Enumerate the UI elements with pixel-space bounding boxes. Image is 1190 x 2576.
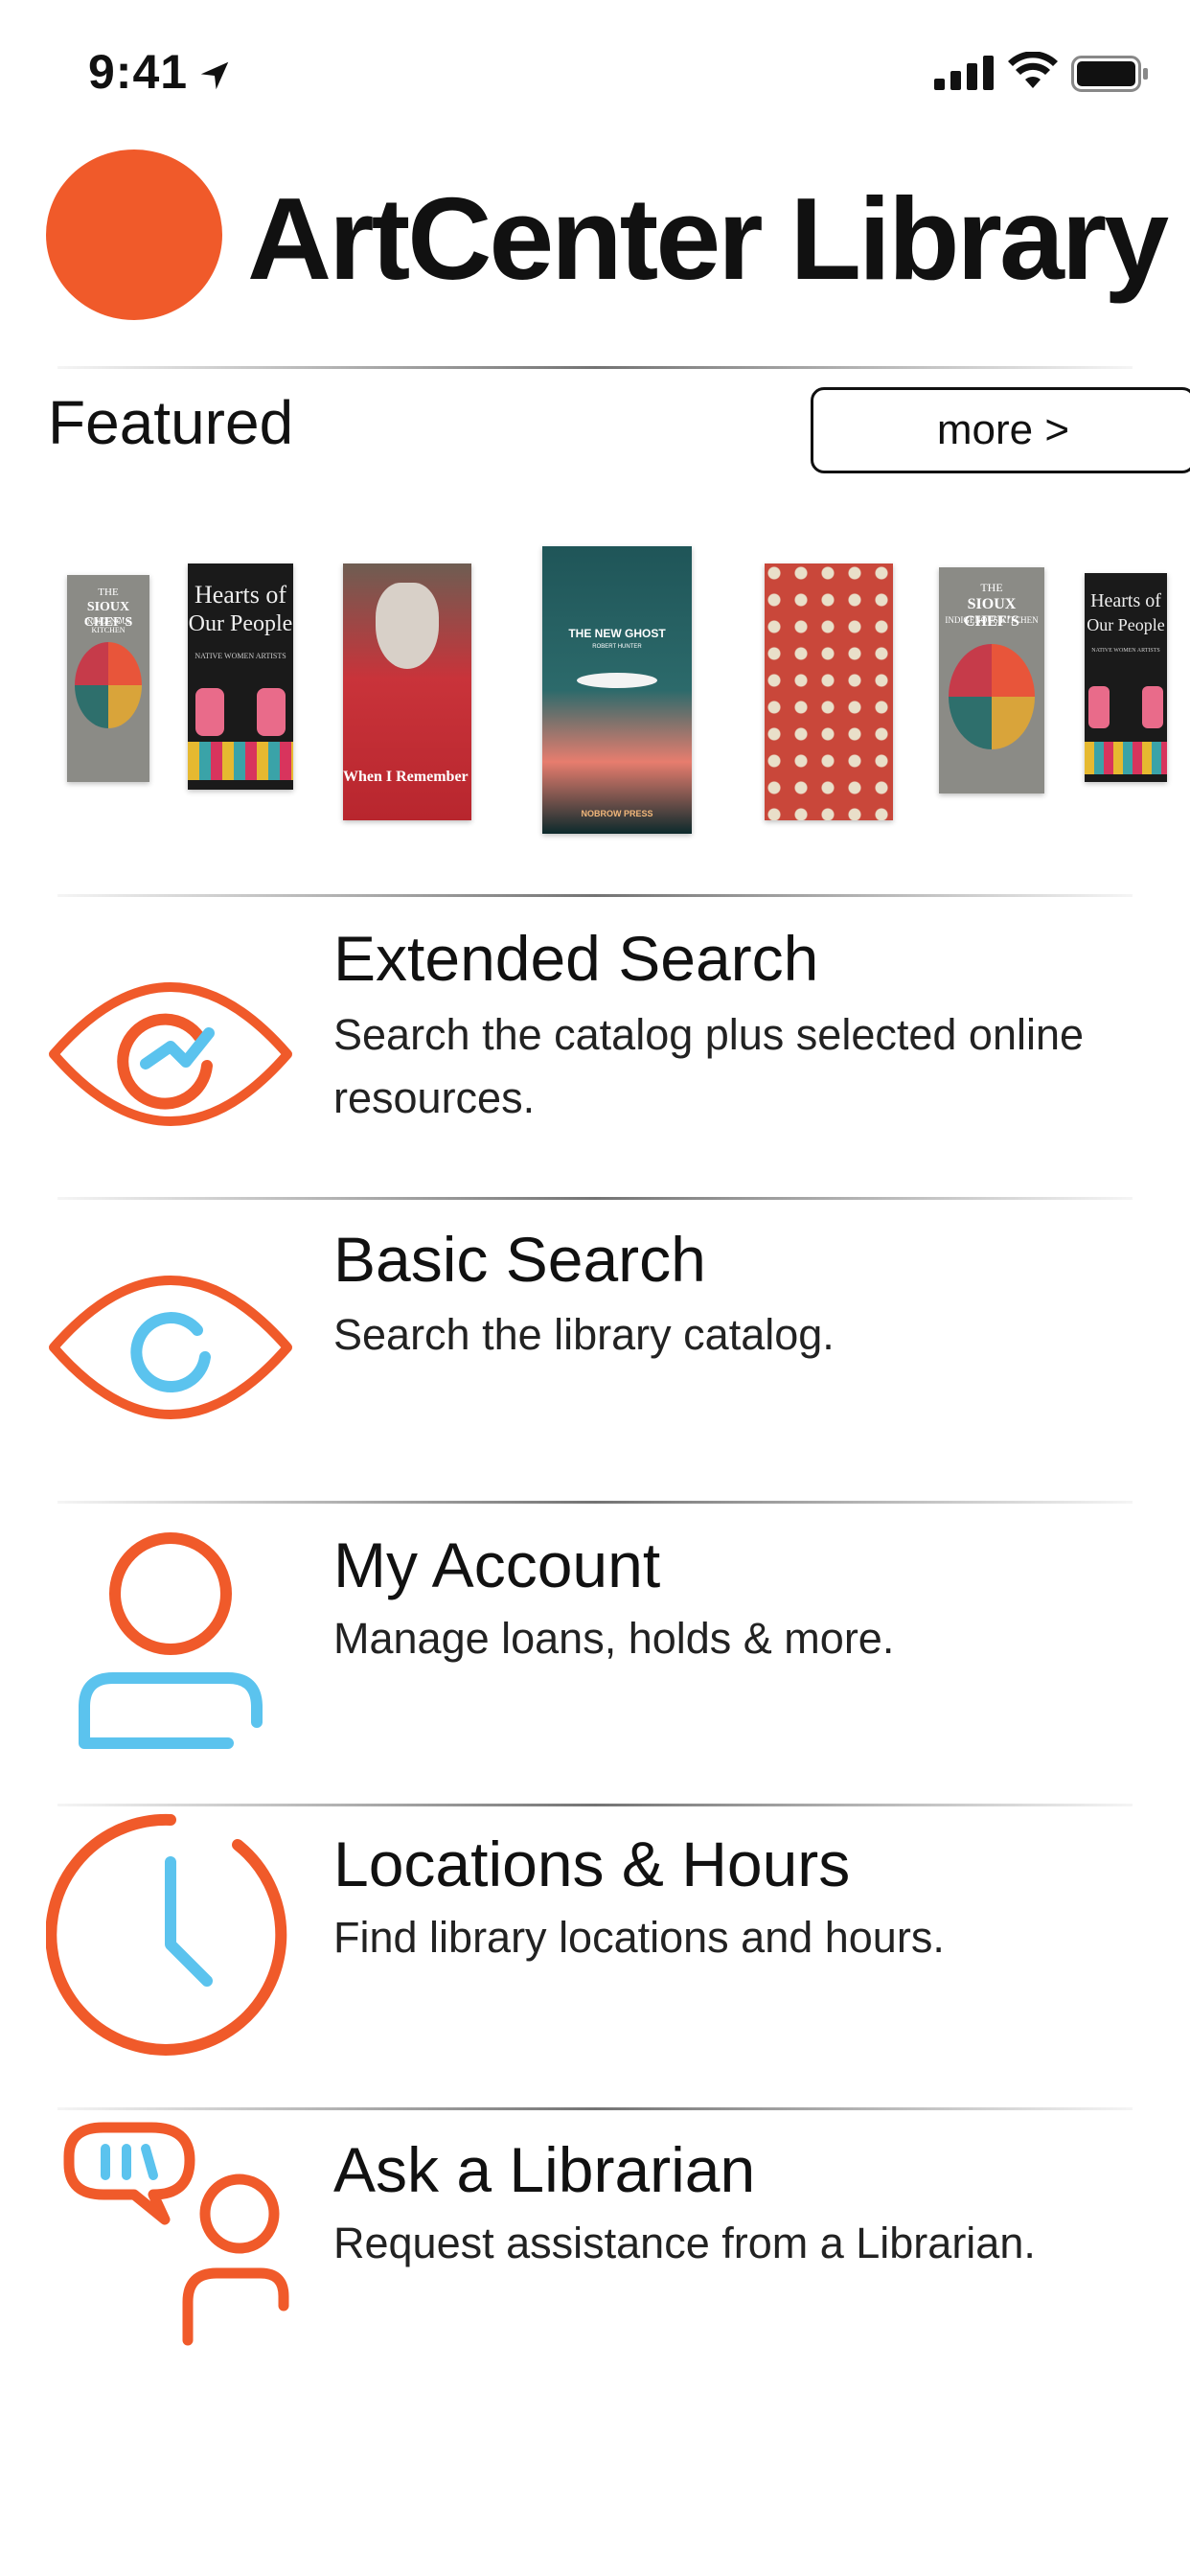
eye-icon <box>49 1276 292 1419</box>
featured-book[interactable]: THE NEW GHOST ROBERT HUNTER NOBROW PRESS <box>542 546 692 834</box>
menu-item-description: Request assistance from a Librarian. <box>333 2219 1036 2267</box>
featured-book[interactable]: When I Remember I See Red <box>343 564 471 820</box>
menu-item-title: Ask a Librarian <box>333 2134 756 2205</box>
featured-book[interactable]: THE SIOUX CHEF'S INDIGENOUS KITCHEN <box>939 567 1044 794</box>
menu-item-description: Manage loans, holds & more. <box>333 1614 895 1663</box>
menu-item-basic-search[interactable]: Basic Search Search the library catalog. <box>0 1204 1190 1491</box>
divider <box>57 894 1133 897</box>
menu-item-description: Find library locations and hours. <box>333 1913 945 1962</box>
divider <box>57 366 1133 369</box>
menu-item-title: My Account <box>333 1530 661 1600</box>
wifi-icon <box>1008 52 1058 88</box>
menu-item-description: Search the catalog plus selected online … <box>333 1010 1085 1122</box>
menu-item-title: Locations & Hours <box>333 1828 851 1899</box>
menu-item-ask-librarian[interactable]: Ask a Librarian Request assistance from … <box>0 2114 1190 2402</box>
location-arrow-icon <box>200 61 229 90</box>
featured-book[interactable] <box>765 564 893 820</box>
divider <box>57 1804 1133 1806</box>
person-icon <box>79 1532 263 1749</box>
menu-item-locations-hours[interactable]: Locations & Hours Find library locations… <box>0 1810 1190 2098</box>
featured-book[interactable]: THE SIOUX CHEF'S INDIGENOUS KITCHEN <box>67 575 149 782</box>
app-logo-text: ArtCenter Library <box>247 173 1169 304</box>
menu-item-title: Basic Search <box>333 1224 706 1295</box>
menu-item-title: Extended Search <box>333 923 819 994</box>
featured-heading: Featured <box>48 388 294 457</box>
divider <box>57 1197 1133 1200</box>
status-time: 9:41 <box>88 45 189 99</box>
status-bar: 9:41 <box>0 0 1190 144</box>
battery-icon <box>1071 56 1148 92</box>
featured-book[interactable]: Hearts of Our People NATIVE WOMEN ARTIST… <box>188 564 293 790</box>
cellular-signal-icon <box>934 56 994 90</box>
eye-graph-icon <box>49 982 292 1126</box>
featured-book[interactable]: Hearts of Our People NATIVE WOMEN ARTIST… <box>1085 573 1167 782</box>
librarian-chat-icon <box>63 2122 289 2346</box>
clock-icon <box>46 1813 287 2056</box>
menu-item-extended-search[interactable]: Extended Search Search the catalog plus … <box>0 901 1190 1188</box>
logo-circle <box>46 150 222 320</box>
menu-item-description: Search the library catalog. <box>333 1310 835 1359</box>
featured-carousel[interactable]: THE SIOUX CHEF'S INDIGENOUS KITCHEN Hear… <box>0 518 1190 834</box>
divider <box>57 1501 1133 1504</box>
menu-item-my-account[interactable]: My Account Manage loans, holds & more. <box>0 1507 1190 1795</box>
more-button[interactable]: more > <box>811 387 1190 473</box>
divider <box>57 2107 1133 2110</box>
